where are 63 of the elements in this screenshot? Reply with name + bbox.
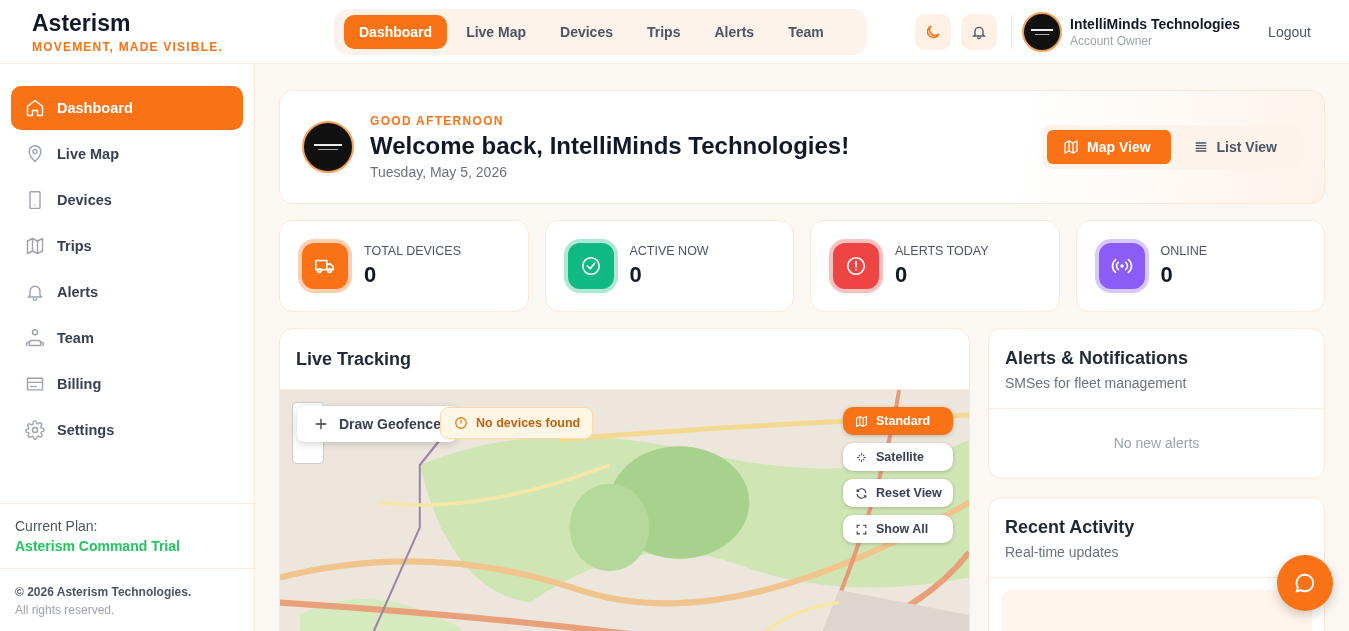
nav-tab[interactable]: Alerts — [699, 14, 770, 49]
stat-value: 0 — [364, 262, 378, 288]
sidebar-item[interactable]: Devices — [11, 178, 243, 222]
rights-text: All rights reserved. — [15, 603, 116, 617]
sidebar-item[interactable]: Team — [11, 316, 243, 360]
plan-label: Current Plan: — [15, 518, 99, 534]
stat-value: 0 — [629, 262, 643, 288]
date-text: Tuesday, May 5, 2026 — [370, 164, 508, 180]
nav-tab[interactable]: Live Map — [451, 14, 542, 49]
stat-label: ACTIVE NOW — [629, 244, 709, 258]
sidebar-item[interactable]: Billing — [11, 362, 243, 406]
stat-label: ALERTS TODAY — [895, 244, 989, 258]
sidebar-item[interactable]: Alerts — [11, 270, 243, 314]
warning-icon — [454, 416, 468, 430]
empty-message: No new alerts — [1112, 434, 1201, 453]
card-title: Alerts & Notifications — [1005, 348, 1190, 369]
card-subtitle: Real-time updates — [1005, 544, 1120, 560]
notifications-button[interactable] — [961, 13, 997, 50]
sidebar-item[interactable]: Settings — [11, 408, 243, 452]
card-title: Recent Activity — [1005, 517, 1136, 538]
nav-tab[interactable]: Devices — [545, 14, 628, 49]
stat-label: TOTAL DEVICES — [364, 244, 461, 258]
status-pill: No devices found — [440, 407, 594, 439]
pin-icon — [25, 144, 45, 164]
company-avatar — [302, 121, 354, 173]
card-title: Live Tracking — [296, 348, 412, 370]
plus-icon — [313, 416, 329, 432]
company-avatar — [1022, 11, 1062, 52]
satellite-icon — [855, 450, 868, 464]
user-role: Account Owner — [1070, 33, 1154, 48]
home-icon — [25, 98, 45, 118]
alert-icon — [845, 255, 867, 277]
refresh-icon — [855, 486, 868, 500]
map-icon — [25, 236, 45, 256]
tagline: MOVEMENT, MADE VISIBLE. — [32, 39, 224, 54]
stat-label: ONLINE — [1160, 244, 1208, 258]
theme-toggle-button[interactable] — [915, 13, 951, 50]
map-layer-button[interactable]: Satellite — [843, 443, 953, 471]
app-logo-text: Asterism — [32, 9, 132, 37]
stat-value: 0 — [895, 262, 909, 288]
expand-icon — [855, 522, 868, 536]
welcome-title: Welcome back, IntelliMinds Technologies! — [370, 132, 851, 160]
draw-geofence-button[interactable]: Draw Geofence — [297, 406, 457, 442]
view-toggle-button[interactable]: List View — [1176, 130, 1297, 164]
user-name: IntelliMinds Technologies — [1070, 15, 1241, 32]
stat-value: 0 — [1160, 262, 1174, 288]
card-subtitle: SMSes for fleet management — [1005, 375, 1188, 391]
logout-link[interactable]: Logout — [1262, 19, 1317, 44]
map-icon — [855, 414, 868, 428]
people-icon — [25, 328, 45, 348]
copyright-text: © 2026 Asterism Technologies. — [15, 585, 193, 599]
sidebar-item[interactable]: Trips — [11, 224, 243, 268]
map-action-button[interactable]: Show All — [843, 515, 953, 543]
map-icon — [1063, 139, 1079, 155]
plan-name: Asterism Command Trial — [15, 538, 181, 554]
chat-icon — [1294, 572, 1316, 594]
nav-tab[interactable]: Team — [773, 14, 839, 49]
map-action-button[interactable]: Reset View — [843, 479, 953, 507]
card-icon — [25, 374, 45, 394]
sidebar-item[interactable]: Live Map — [11, 132, 243, 176]
greeting: GOOD AFTERNOON — [370, 114, 505, 128]
settings-icon — [25, 420, 45, 440]
nav-tab[interactable]: Trips — [631, 14, 696, 49]
